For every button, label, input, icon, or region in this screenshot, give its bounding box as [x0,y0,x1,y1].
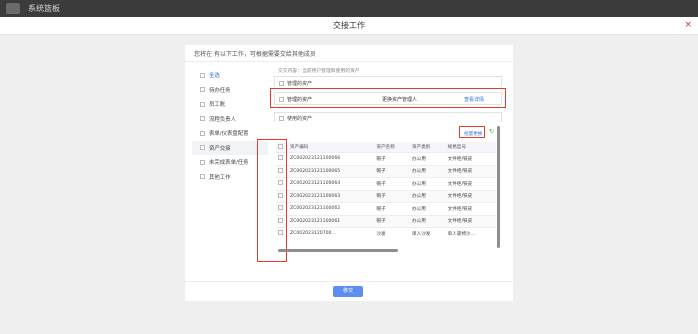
handover-modal: 交接工作 × 您将在 有以下工作，可根据需要交给其他成员 全选待办任务员工账流程… [0,17,698,334]
table-cell: 帽子 [374,164,410,178]
col-asset-name: 资产名称 [374,142,410,153]
nav-item[interactable]: 流程负责人 [192,112,268,127]
nav-checkbox[interactable] [200,159,205,165]
nav-item-label: 未完成表单/任务 [209,160,249,167]
table-cell: 单人靠椅沙… [445,227,496,240]
nav-checkbox[interactable] [200,87,205,93]
table-cell: 文件柜/铁皮 [445,152,496,165]
nav-item-label: 流程负责人 [209,116,236,123]
col-asset-category: 资产类别 [410,142,446,153]
table-cell: 帽子 [374,214,410,228]
table-cell: 帽子 [374,202,410,215]
nav-checkbox[interactable] [200,174,205,180]
used-section: 使用的资产 [274,112,502,122]
app-logo [6,3,20,14]
managed-section-title: 管理的资产 [287,81,313,87]
highlight-batch-button [459,126,485,138]
assets-table: 资产编码 资产名称 资产类别 规格型号 ZC002023121100066 帽子办… [276,142,496,240]
table-cell: 办公用 [410,189,446,203]
nav-item[interactable]: 员工账 [192,97,268,112]
nav-checkbox[interactable] [200,145,205,151]
used-section-title: 使用的资产 [287,116,313,122]
table-cell: 办公用 [410,177,446,190]
table-cell: 办公用 [410,152,446,165]
vertical-scrollbar[interactable] [497,126,500,248]
handover-card: 您将在 有以下工作，可根据需要交给其他成员 全选待办任务员工账流程负责人表单/仪… [185,45,513,301]
table-row: ZC002023121100062 帽子 办公用 文件柜/铁皮 [276,202,496,215]
table-cell: 文件柜/铁皮 [445,164,496,178]
nav-checkbox[interactable] [200,116,205,122]
intro-text: 您将在 有以下工作，可根据需要交给其他成员 [194,51,316,58]
table-cell: ZC002023121100062 [288,202,375,215]
table-cell: 帽子 [374,152,410,165]
table-row: ZC002023121100064 帽子 办公用 文件柜/铁皮 [276,177,496,190]
used-section-checkbox[interactable] [279,116,284,121]
nav-checkbox[interactable] [200,72,205,78]
table-row: ZC002023121100065 帽子 办公用 文件柜/铁皮 [276,164,496,178]
nav-item-label: 其他工作 [209,174,231,181]
table-row: ZC002023121100061 帽子 办公用 文件柜/铁皮 [276,214,496,228]
table-cell: 沙发 [374,227,410,240]
highlight-managed-row [270,88,506,108]
table-header: 资产编码 资产名称 资产类别 规格型号 [276,142,496,153]
modal-header: 交接工作 × [0,17,698,35]
table-cell: 文件柜/铁皮 [445,202,496,215]
nav-item-label: 资产交接 [209,145,231,152]
table-cell: ZC002023121100065 [288,164,375,178]
table-cell: ZC002023120700… [288,227,375,240]
divider [185,61,513,62]
table-cell: ZC002023121100061 [288,214,375,228]
table-row: ZC002023121100063 帽子 办公用 文件柜/铁皮 [276,189,496,203]
nav-item[interactable]: 待办任务 [192,83,268,98]
nav-item-label: 表单/仪表盘配置 [209,131,249,138]
submit-button[interactable]: 移交 [333,286,363,297]
nav-checkbox[interactable] [200,130,205,136]
table-cell: 帽子 [374,189,410,203]
close-icon[interactable]: × [684,19,692,31]
table-cell: 文件柜/铁皮 [445,189,496,203]
footer-divider [185,281,513,282]
horizontal-scrollbar[interactable] [278,249,398,252]
col-asset-code: 资产编码 [288,142,375,153]
managed-section-checkbox[interactable] [279,81,284,86]
nav-item-label: 员工账 [209,102,226,109]
table-cell: ZC002023121100063 [288,189,375,203]
app-name: 系统篮板 [28,4,60,13]
table-cell: ZC002023121100066 [288,152,375,165]
table-cell: 文件柜/铁皮 [445,177,496,190]
top-bar: 系统篮板 [0,0,698,17]
table-cell: 帽子 [374,177,410,190]
content-tip: 交交内容：当前用户管理和使用的资产 [278,69,360,74]
table-cell: 办公用 [410,164,446,178]
refresh-icon[interactable]: ↻ [489,128,494,135]
table-cell: 办公用 [410,214,446,228]
table-cell: 办公用 [410,202,446,215]
managed-section: 管理的资产 [274,76,502,87]
col-asset-model: 规格型号 [445,142,496,153]
table-row: ZC002023120700… 沙发 单人沙发 单人靠椅沙… [276,227,496,240]
modal-title: 交接工作 [333,21,365,30]
nav-item-label: 待办任务 [209,87,231,94]
nav-checkbox[interactable] [200,101,205,107]
nav-item[interactable]: 全选 [192,68,268,83]
table-cell: ZC002023121100064 [288,177,375,190]
highlight-checkbox-column [257,139,287,262]
table-cell: 文件柜/铁皮 [445,214,496,228]
table-cell: 单人沙发 [410,227,446,240]
nav-item-label: 全选 [209,73,220,80]
table-row: ZC002023121100066 帽子 办公用 文件柜/铁皮 [276,152,496,165]
